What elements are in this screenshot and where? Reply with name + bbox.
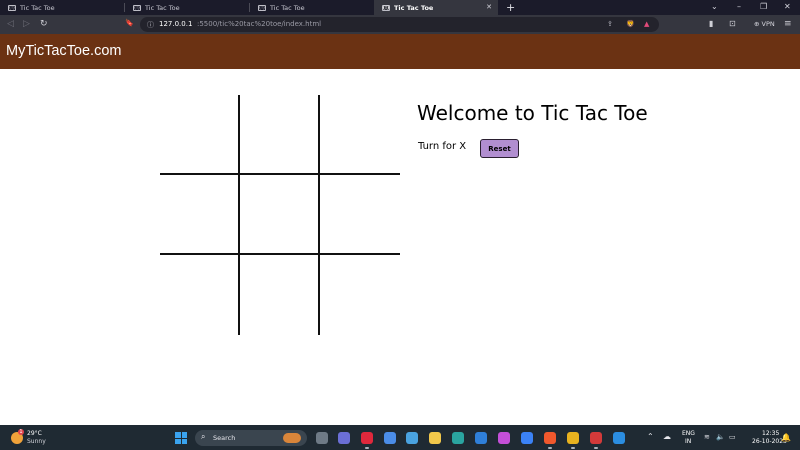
board-cell-8[interactable] bbox=[320, 255, 400, 335]
vpn-button[interactable]: ⊕ VPN bbox=[754, 20, 775, 28]
board-cell-4[interactable] bbox=[240, 175, 320, 255]
sidebar-icon[interactable]: ▮ bbox=[709, 19, 713, 28]
favicon-icon: {!} bbox=[133, 4, 141, 11]
wifi-icon[interactable]: ≋ bbox=[704, 433, 710, 441]
board-cell-5[interactable] bbox=[320, 175, 400, 255]
wallet-icon[interactable]: ⊡ bbox=[729, 19, 736, 28]
tab-title: Tic Tac Toe bbox=[145, 3, 180, 12]
favicon-icon: {!} bbox=[8, 4, 16, 11]
brave-app-icon[interactable] bbox=[544, 432, 556, 444]
url-path: :5500/tic%20tac%20toe/index.html bbox=[197, 20, 322, 28]
browser-tab-1[interactable]: {!} Tic Tac Toe bbox=[0, 0, 124, 15]
board-cell-1[interactable] bbox=[240, 95, 320, 175]
running-indicator bbox=[594, 447, 598, 449]
tab-search-icon[interactable]: ⌄ bbox=[711, 2, 718, 11]
board-cell-3[interactable] bbox=[160, 175, 240, 255]
browser-tab-4-active[interactable]: {!} Tic Tac Toe ✕ bbox=[374, 0, 498, 15]
file-explorer-app-icon[interactable] bbox=[316, 432, 328, 444]
browser-tab-3[interactable]: {!} Tic Tac Toe bbox=[250, 0, 374, 15]
vscode-app-icon[interactable] bbox=[613, 432, 625, 444]
battery-icon[interactable]: ▭ bbox=[729, 433, 736, 441]
reload-icon[interactable]: ↻ bbox=[40, 19, 48, 29]
browser-tab-2[interactable]: {!} Tic Tac Toe bbox=[125, 0, 249, 15]
brave-shield-icon[interactable]: 🦁 bbox=[626, 20, 635, 28]
address-bar[interactable]: ⓘ 127.0.0.1 :5500/tic%20tac%20toe/index.… bbox=[140, 17, 659, 32]
media-app-icon[interactable] bbox=[590, 432, 602, 444]
tab-title: Tic Tac Toe bbox=[20, 3, 55, 12]
forward-icon[interactable]: ▷ bbox=[23, 19, 30, 29]
url-host: 127.0.0.1 bbox=[159, 20, 193, 28]
cortana-app-icon[interactable] bbox=[384, 432, 396, 444]
minimize-icon[interactable]: – bbox=[737, 2, 741, 11]
search-icon: ⌕ bbox=[201, 432, 206, 441]
site-info-icon[interactable]: ⓘ bbox=[147, 20, 154, 30]
running-indicator bbox=[365, 447, 369, 449]
window-close-icon[interactable]: ✕ bbox=[784, 2, 791, 11]
rewards-icon[interactable]: ▲ bbox=[644, 20, 649, 28]
browser-toolbar: ◁ ▷ ↻ 🔖 ⓘ 127.0.0.1 :5500/tic%20tac%20to… bbox=[0, 15, 800, 34]
reset-button[interactable]: Reset bbox=[480, 139, 519, 158]
tray-overflow-icon[interactable]: ⌃ bbox=[647, 432, 654, 441]
search-highlight-icon bbox=[283, 433, 301, 443]
tic-tac-toe-board bbox=[160, 95, 400, 335]
tab-title: Tic Tac Toe bbox=[270, 3, 305, 12]
monitor-app-icon[interactable] bbox=[406, 432, 418, 444]
menu-icon[interactable]: ≡ bbox=[784, 19, 792, 29]
maximize-icon[interactable]: ❐ bbox=[760, 2, 767, 11]
tab-title: Tic Tac Toe bbox=[394, 3, 434, 12]
weather-temperature[interactable]: 29°C bbox=[27, 430, 42, 437]
page-title: Welcome to Tic Tac Toe bbox=[417, 101, 648, 125]
notifications-icon[interactable]: 🔔 bbox=[781, 433, 791, 442]
favicon-icon: {!} bbox=[258, 4, 266, 11]
opera-app-icon[interactable] bbox=[361, 432, 373, 444]
close-tab-icon[interactable]: ✕ bbox=[486, 3, 492, 11]
running-indicator bbox=[571, 447, 575, 449]
taskbar-search[interactable]: ⌕ Search bbox=[195, 430, 307, 446]
folder-app-icon[interactable] bbox=[429, 432, 441, 444]
share-icon[interactable]: ⇪ bbox=[607, 20, 613, 28]
photos-app-icon[interactable] bbox=[498, 432, 510, 444]
turn-indicator: Turn for X bbox=[418, 141, 467, 152]
new-tab-icon[interactable]: + bbox=[506, 1, 515, 14]
language-region[interactable]: IN bbox=[685, 438, 691, 445]
volume-icon[interactable]: 🔈 bbox=[716, 433, 725, 441]
favicon-icon: {!} bbox=[382, 4, 390, 11]
running-indicator bbox=[548, 447, 552, 449]
mail-app-icon[interactable] bbox=[475, 432, 487, 444]
chrome-app-icon[interactable] bbox=[567, 432, 579, 444]
board-cell-7[interactable] bbox=[240, 255, 320, 335]
search-label: Search bbox=[213, 434, 236, 442]
windows-taskbar: 1 29°C Sunny ⌕ Search ⌃ ☁ ENG IN ≋ 🔈 ▭ 1… bbox=[0, 425, 800, 450]
site-header: MyTicTacToe.com bbox=[0, 34, 800, 69]
edge-app-icon[interactable] bbox=[452, 432, 464, 444]
dropbox-app-icon[interactable] bbox=[521, 432, 533, 444]
bookmark-icon[interactable]: 🔖 bbox=[125, 19, 134, 27]
browser-tab-strip: {!} Tic Tac Toe {!} Tic Tac Toe {!} Tic … bbox=[0, 0, 800, 15]
board-cell-6[interactable] bbox=[160, 255, 240, 335]
board-cell-2[interactable] bbox=[320, 95, 400, 175]
onedrive-icon[interactable]: ☁ bbox=[663, 432, 671, 441]
weather-badge: 1 bbox=[18, 429, 24, 435]
language-indicator[interactable]: ENG bbox=[682, 430, 695, 437]
teams-app-icon[interactable] bbox=[338, 432, 350, 444]
weather-condition[interactable]: Sunny bbox=[27, 438, 46, 445]
back-icon[interactable]: ◁ bbox=[7, 19, 14, 29]
clock-time[interactable]: 12:35 bbox=[762, 430, 779, 437]
windows-start-icon[interactable] bbox=[175, 432, 187, 444]
board-cell-0[interactable] bbox=[160, 95, 240, 175]
site-brand[interactable]: MyTicTacToe.com bbox=[6, 43, 121, 59]
